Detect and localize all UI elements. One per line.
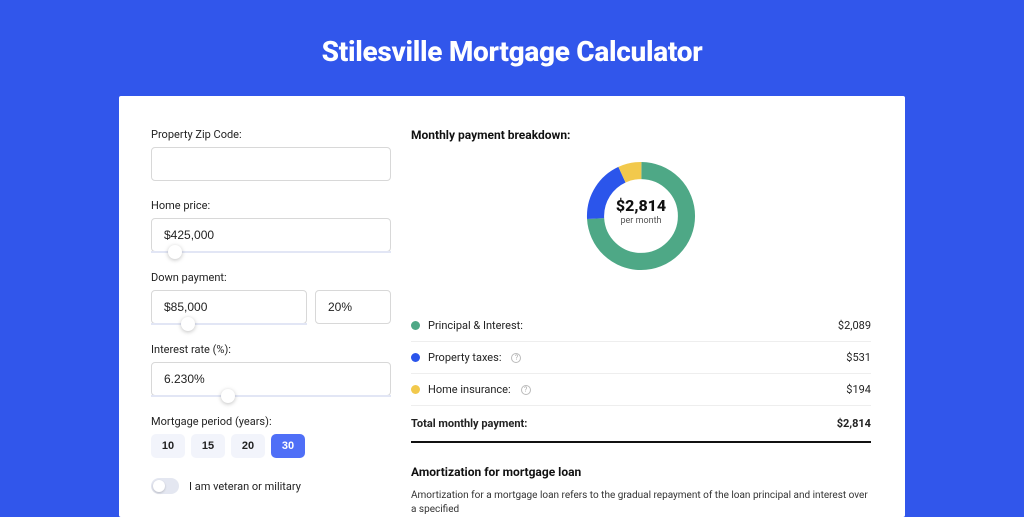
breakdown-row-label: Property taxes: <box>428 351 501 364</box>
donut-center-value: $2,814 <box>581 196 701 215</box>
zip-label: Property Zip Code: <box>151 128 391 141</box>
dot-icon <box>411 321 420 330</box>
rate-field: Interest rate (%): <box>151 343 391 397</box>
down-pct-input[interactable] <box>315 290 391 324</box>
breakdown-title: Monthly payment breakdown: <box>411 128 871 142</box>
rate-label: Interest rate (%): <box>151 343 391 356</box>
down-slider-thumb[interactable] <box>181 317 195 331</box>
amortization-title: Amortization for mortgage loan <box>411 465 871 479</box>
period-field: Mortgage period (years): 10 15 20 30 <box>151 415 391 458</box>
period-pill-15[interactable]: 15 <box>191 434 225 458</box>
breakdown-row-ins: Home insurance: ? $194 <box>411 374 871 406</box>
rate-input[interactable] <box>151 362 391 396</box>
amortization-text: Amortization for a mortgage loan refers … <box>411 489 871 517</box>
dot-icon <box>411 353 420 362</box>
period-pill-10[interactable]: 10 <box>151 434 185 458</box>
down-slider[interactable] <box>151 323 307 325</box>
breakdown-row-total: Total monthly payment: $2,814 <box>411 406 871 443</box>
price-slider-thumb[interactable] <box>168 245 182 259</box>
breakdown-row-tax: Property taxes: ? $531 <box>411 342 871 374</box>
rate-slider[interactable] <box>151 395 391 397</box>
veteran-row: I am veteran or military <box>151 478 391 494</box>
page-title: Stilesville Mortgage Calculator <box>0 0 1024 96</box>
breakdown-row-label: Principal & Interest: <box>428 319 523 332</box>
price-label: Home price: <box>151 199 391 212</box>
breakdown-row-amount: $531 <box>846 351 871 364</box>
price-input[interactable] <box>151 218 391 252</box>
breakdown-row-label: Home insurance: <box>428 383 511 396</box>
zip-input[interactable] <box>151 147 391 181</box>
veteran-label: I am veteran or military <box>189 480 301 493</box>
info-icon[interactable]: ? <box>511 353 521 363</box>
breakdown-column: Monthly payment breakdown: $2,814 per mo… <box>411 128 871 517</box>
breakdown-row-amount: $2,089 <box>838 319 871 332</box>
donut-chart: $2,814 per month <box>411 156 871 288</box>
info-icon[interactable]: ? <box>521 385 531 395</box>
zip-field: Property Zip Code: <box>151 128 391 181</box>
veteran-toggle[interactable] <box>151 478 179 494</box>
period-pill-20[interactable]: 20 <box>231 434 265 458</box>
form-column: Property Zip Code: Home price: Down paym… <box>151 128 391 517</box>
period-pill-30[interactable]: 30 <box>271 434 305 458</box>
period-label: Mortgage period (years): <box>151 415 391 428</box>
breakdown-total-label: Total monthly payment: <box>411 417 527 430</box>
breakdown-total-amount: $2,814 <box>837 417 871 430</box>
down-field: Down payment: <box>151 271 391 325</box>
down-label: Down payment: <box>151 271 391 284</box>
calculator-card: Property Zip Code: Home price: Down paym… <box>119 96 905 517</box>
rate-slider-thumb[interactable] <box>221 389 235 403</box>
dot-icon <box>411 385 420 394</box>
price-slider[interactable] <box>151 251 391 253</box>
price-field: Home price: <box>151 199 391 253</box>
breakdown-row-amount: $194 <box>846 383 871 396</box>
donut-center-sub: per month <box>581 216 701 226</box>
breakdown-row-pi: Principal & Interest: $2,089 <box>411 310 871 342</box>
down-input[interactable] <box>151 290 307 324</box>
